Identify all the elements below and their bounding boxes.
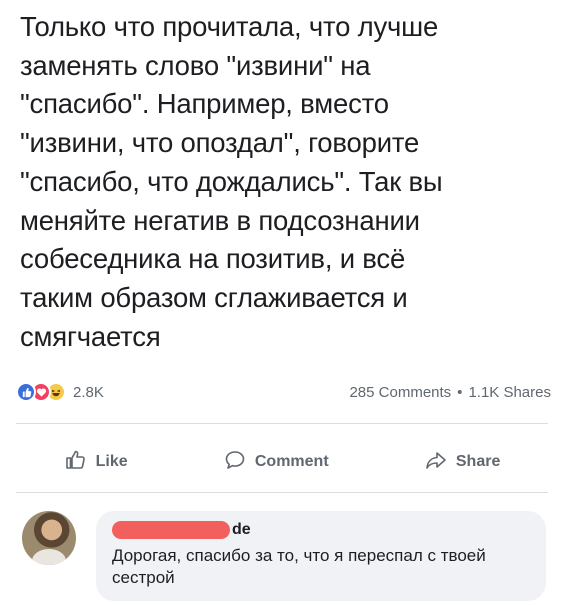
share-button[interactable]: Share xyxy=(424,448,500,477)
comment-label: Comment xyxy=(254,453,329,470)
stats-separator: • xyxy=(457,383,463,401)
divider xyxy=(16,492,548,493)
post-text: Только что прочитала, что лучше заменять… xyxy=(20,11,443,352)
stats-right: 285 Comments • 1.1K Shares xyxy=(349,384,551,401)
like-button[interactable]: Like xyxy=(64,448,128,477)
name-redaction xyxy=(112,521,230,539)
speech-bubble-icon xyxy=(223,448,247,477)
like-label: Like xyxy=(95,453,128,470)
reactions-summary[interactable]: 2.8K xyxy=(16,382,104,402)
shares-count-link[interactable]: 1.1K Shares xyxy=(468,384,551,401)
commenter-name-visible: de xyxy=(232,521,251,538)
comment-text: Дорогая, спасибо за то, что я переспал с… xyxy=(112,546,486,587)
post-stats-bar: 2.8K 285 Comments • 1.1K Shares xyxy=(16,378,551,406)
comments-count-link[interactable]: 285 Comments xyxy=(349,384,451,401)
commenter-name[interactable]: de xyxy=(112,519,530,541)
comment-button[interactable]: Comment xyxy=(223,448,329,477)
divider xyxy=(16,423,548,424)
commenter-avatar[interactable] xyxy=(22,511,76,565)
comment: de Дорогая, спасибо за то, что я переспа… xyxy=(22,505,552,605)
post-actions: Like Comment Share xyxy=(16,440,548,484)
share-label: Share xyxy=(455,453,501,470)
like-reaction-icon xyxy=(16,382,36,402)
thumbs-up-icon xyxy=(64,448,88,477)
comment-bubble: de Дорогая, спасибо за то, что я переспа… xyxy=(96,511,546,601)
avatar-shirt xyxy=(32,549,66,565)
facebook-post: Только что прочитала, что лучше заменять… xyxy=(0,0,563,605)
share-arrow-icon xyxy=(424,448,448,477)
reaction-count: 2.8K xyxy=(73,383,104,401)
